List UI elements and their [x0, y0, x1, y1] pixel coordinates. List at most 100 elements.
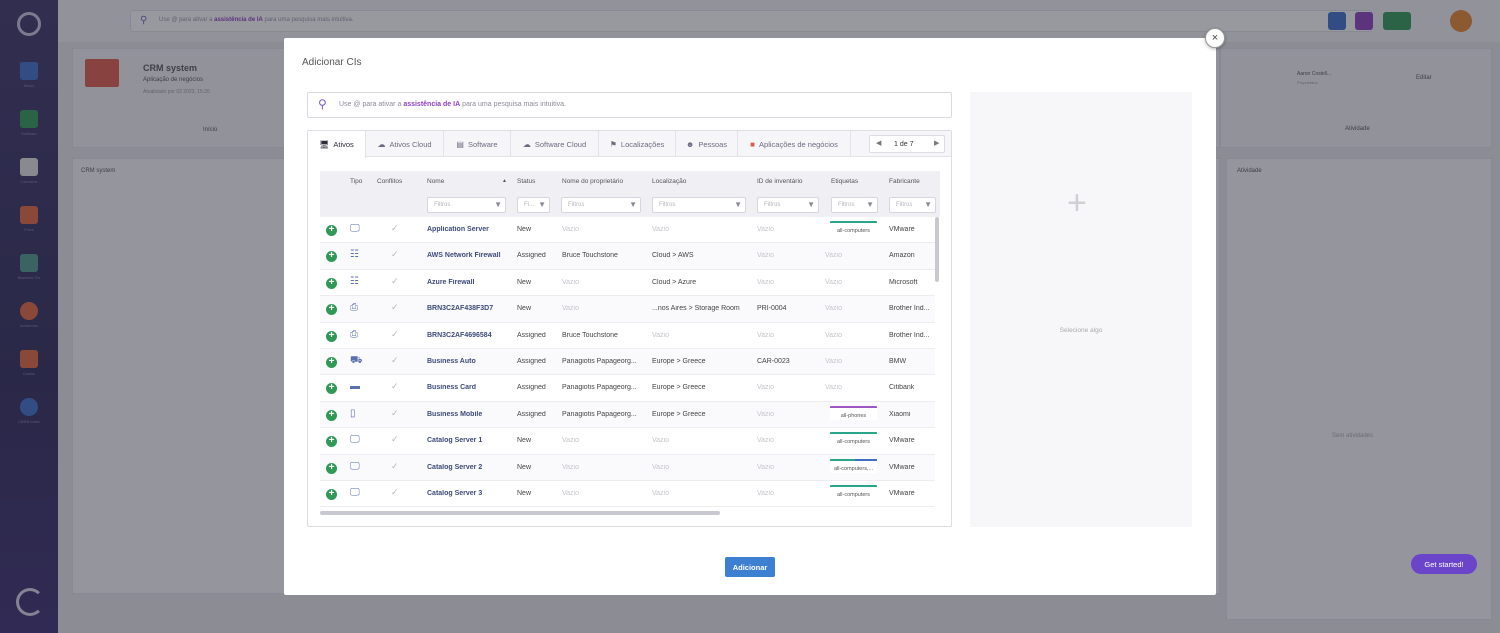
horizontal-scrollbar[interactable]	[320, 511, 720, 515]
add-ci-button[interactable]: +	[326, 277, 337, 289]
filter-fabricante[interactable]: Filtros ▼	[889, 197, 936, 213]
filter-nome[interactable]: Filtros ▼	[427, 197, 506, 213]
table-row[interactable]: + ▬ ✓ Business Card Assigned Panagiotis Papag…	[320, 375, 935, 402]
tab-ativos[interactable]: 🖥 Ativos	[308, 131, 366, 158]
add-ci-button[interactable]: +	[326, 489, 337, 500]
add-ci-button[interactable]: +	[326, 383, 337, 395]
ci-name[interactable]: Application Server	[427, 226, 509, 233]
ci-owner: Bruce Touchstone	[562, 252, 618, 260]
table-row[interactable]: + 🖵 ✓ Catalog Server 3 New Vazio Vazio Vazio VMw…	[320, 481, 935, 508]
filter-placeholder: Fi...	[524, 202, 534, 208]
ci-manufacturer: VMware	[889, 463, 915, 471]
filter-placeholder: Filtros	[838, 202, 855, 208]
ci-inventory-id: Vazio	[757, 490, 774, 497]
add-ci-button[interactable]: +	[326, 357, 337, 368]
add-ci-button[interactable]: +	[326, 330, 337, 342]
table-row[interactable]: + 🖵 ✓ Application Server New Vazio Vazio Vazio V…	[320, 217, 935, 244]
ci-owner: Panagiotis Papageorg...	[562, 410, 637, 418]
filter-etiquetas[interactable]: Filtros ▼	[831, 197, 878, 213]
filter-localizacao[interactable]: Filtros ▼	[652, 197, 746, 213]
col-proprietario[interactable]: Nome do proprietário	[562, 178, 623, 185]
ci-type-tabs: 🖥 Ativos ☁ Ativos Cloud ▤ Software ☁ Softwar…	[308, 131, 951, 158]
add-ci-button[interactable]: +	[326, 462, 337, 474]
col-tipo[interactable]: Tipo	[350, 178, 362, 185]
ci-table-card: 🖥 Ativos ☁ Ativos Cloud ▤ Software ☁ Softwar…	[307, 130, 952, 527]
ci-inventory-id: CAR-0023	[757, 358, 790, 365]
pager-current[interactable]: 1	[894, 141, 898, 148]
tab-software-cloud[interactable]: ☁ Software Cloud	[511, 131, 599, 157]
ci-name[interactable]: BRN3C2AF4696584	[427, 332, 509, 339]
ci-search-input[interactable]: ⚲ Use @ para ativar a assistência de IA …	[307, 92, 952, 118]
col-fabricante[interactable]: Fabricante	[889, 178, 920, 185]
table-row[interactable]: + 🖵 ✓ Catalog Server 2 New Vazio Vazio Vazio VMw…	[320, 454, 935, 481]
prev-page-icon[interactable]: ◀	[876, 139, 881, 147]
ci-inventory-id: Vazio	[757, 384, 774, 392]
table-row[interactable]: + 🖵 ✓ Catalog Server 1 New Vazio Vazio Vazio VMw…	[320, 428, 935, 455]
ci-name[interactable]: Catalog Server 2	[427, 464, 509, 471]
ci-name[interactable]: Catalog Server 3	[427, 490, 509, 497]
add-ci-button[interactable]: +	[326, 251, 337, 263]
table-row[interactable]: + ⎙ ✓ BRN3C2AF438F3D7 New Vazio ...nos Aires >…	[320, 296, 935, 323]
location-icon: ⚑	[609, 140, 617, 149]
ci-name[interactable]: Business Auto	[427, 358, 509, 365]
ci-name[interactable]: Azure Firewall	[427, 279, 509, 286]
filter-placeholder: Filtros	[764, 202, 781, 208]
get-started-button[interactable]: Get started!	[1411, 554, 1477, 574]
sort-asc-icon[interactable]: ▲	[502, 178, 507, 184]
ci-name[interactable]: Catalog Server 1	[427, 437, 509, 444]
tab-label: Aplicações de negócios	[759, 140, 838, 149]
check-icon: ✓	[391, 407, 399, 418]
table-row[interactable]: + ☷ ✓ Azure Firewall New Vazio Cloud > Azure Va…	[320, 270, 935, 297]
ci-name[interactable]: Business Mobile	[427, 411, 509, 418]
add-ci-button[interactable]: +	[326, 436, 337, 448]
card-icon: ▬	[350, 381, 360, 393]
col-inventario[interactable]: ID de inventário	[757, 178, 803, 185]
ci-manufacturer: VMware	[889, 490, 915, 497]
table-row[interactable]: + ⎙ ✓ BRN3C2AF4696584 Assigned Bruce Touchsto…	[320, 323, 935, 349]
add-button[interactable]: Adicionar	[725, 557, 775, 577]
ci-tag: all-computers,...	[830, 458, 877, 473]
cloud-icon: ☁	[377, 140, 386, 149]
col-nome[interactable]: Nome	[427, 178, 444, 185]
add-ci-button[interactable]: +	[326, 225, 337, 236]
ci-status: Assigned	[517, 384, 546, 392]
check-icon: ✓	[391, 223, 399, 233]
filter-inventario[interactable]: Filtros ▼	[757, 197, 819, 213]
col-localizacao[interactable]: Localização	[652, 178, 686, 185]
tab-aplicacoes-de-negocios[interactable]: ■ Aplicações de negócios	[738, 131, 851, 157]
table-row[interactable]: + ⛟ ✓ Business Auto Assigned Panagiotis Papag…	[320, 349, 935, 376]
select-something-text: Selecione algo	[1059, 327, 1103, 334]
tab-localizacoes[interactable]: ⚑ Localizações	[599, 131, 676, 157]
funnel-icon: ▼	[538, 200, 546, 209]
check-icon: ✓	[391, 249, 399, 260]
next-page-icon[interactable]: ▶	[934, 139, 939, 147]
col-etiquetas[interactable]: Etiquetas	[831, 178, 858, 185]
ci-name[interactable]: BRN3C2AF438F3D7	[427, 305, 509, 312]
ci-manufacturer: Brother Ind...	[889, 331, 930, 339]
ci-status: New	[517, 463, 532, 471]
search-icon: ⚲	[318, 97, 327, 111]
tab-software[interactable]: ▤ Software	[444, 131, 511, 157]
ci-status: New	[517, 437, 532, 445]
tab-pessoas[interactable]: ☻ Pessoas	[676, 131, 738, 157]
ci-manufacturer: Citibank	[889, 384, 915, 392]
table-row[interactable]: + ☷ ✓ AWS Network Firewall Assigned Bruce Tou…	[320, 243, 935, 270]
ci-name[interactable]: AWS Network Firewall	[427, 252, 509, 259]
filter-proprietario[interactable]: Filtros ▼	[561, 197, 641, 213]
col-conflitos[interactable]: Conflitos	[377, 178, 402, 185]
add-ci-button[interactable]: +	[326, 409, 337, 421]
table-row[interactable]: + ▯ ✓ Business Mobile Assigned Panagiotis Pap…	[320, 401, 935, 429]
ci-status: New	[517, 305, 532, 313]
add-ci-button[interactable]: +	[326, 304, 337, 316]
vertical-scrollbar[interactable]	[935, 217, 939, 282]
tab-ativos-cloud[interactable]: ☁ Ativos Cloud	[366, 131, 444, 157]
ci-owner: Vazio	[562, 437, 579, 445]
funnel-icon: ▼	[807, 200, 815, 209]
ci-name[interactable]: Business Card	[427, 384, 509, 391]
filter-status[interactable]: Fi... ▼	[517, 197, 550, 213]
ci-status: New	[517, 490, 532, 497]
people-icon: ☻	[685, 140, 695, 149]
close-button[interactable]: ×	[1205, 28, 1225, 48]
col-status[interactable]: Status	[517, 178, 535, 185]
ci-tag: Vazio	[825, 384, 842, 392]
